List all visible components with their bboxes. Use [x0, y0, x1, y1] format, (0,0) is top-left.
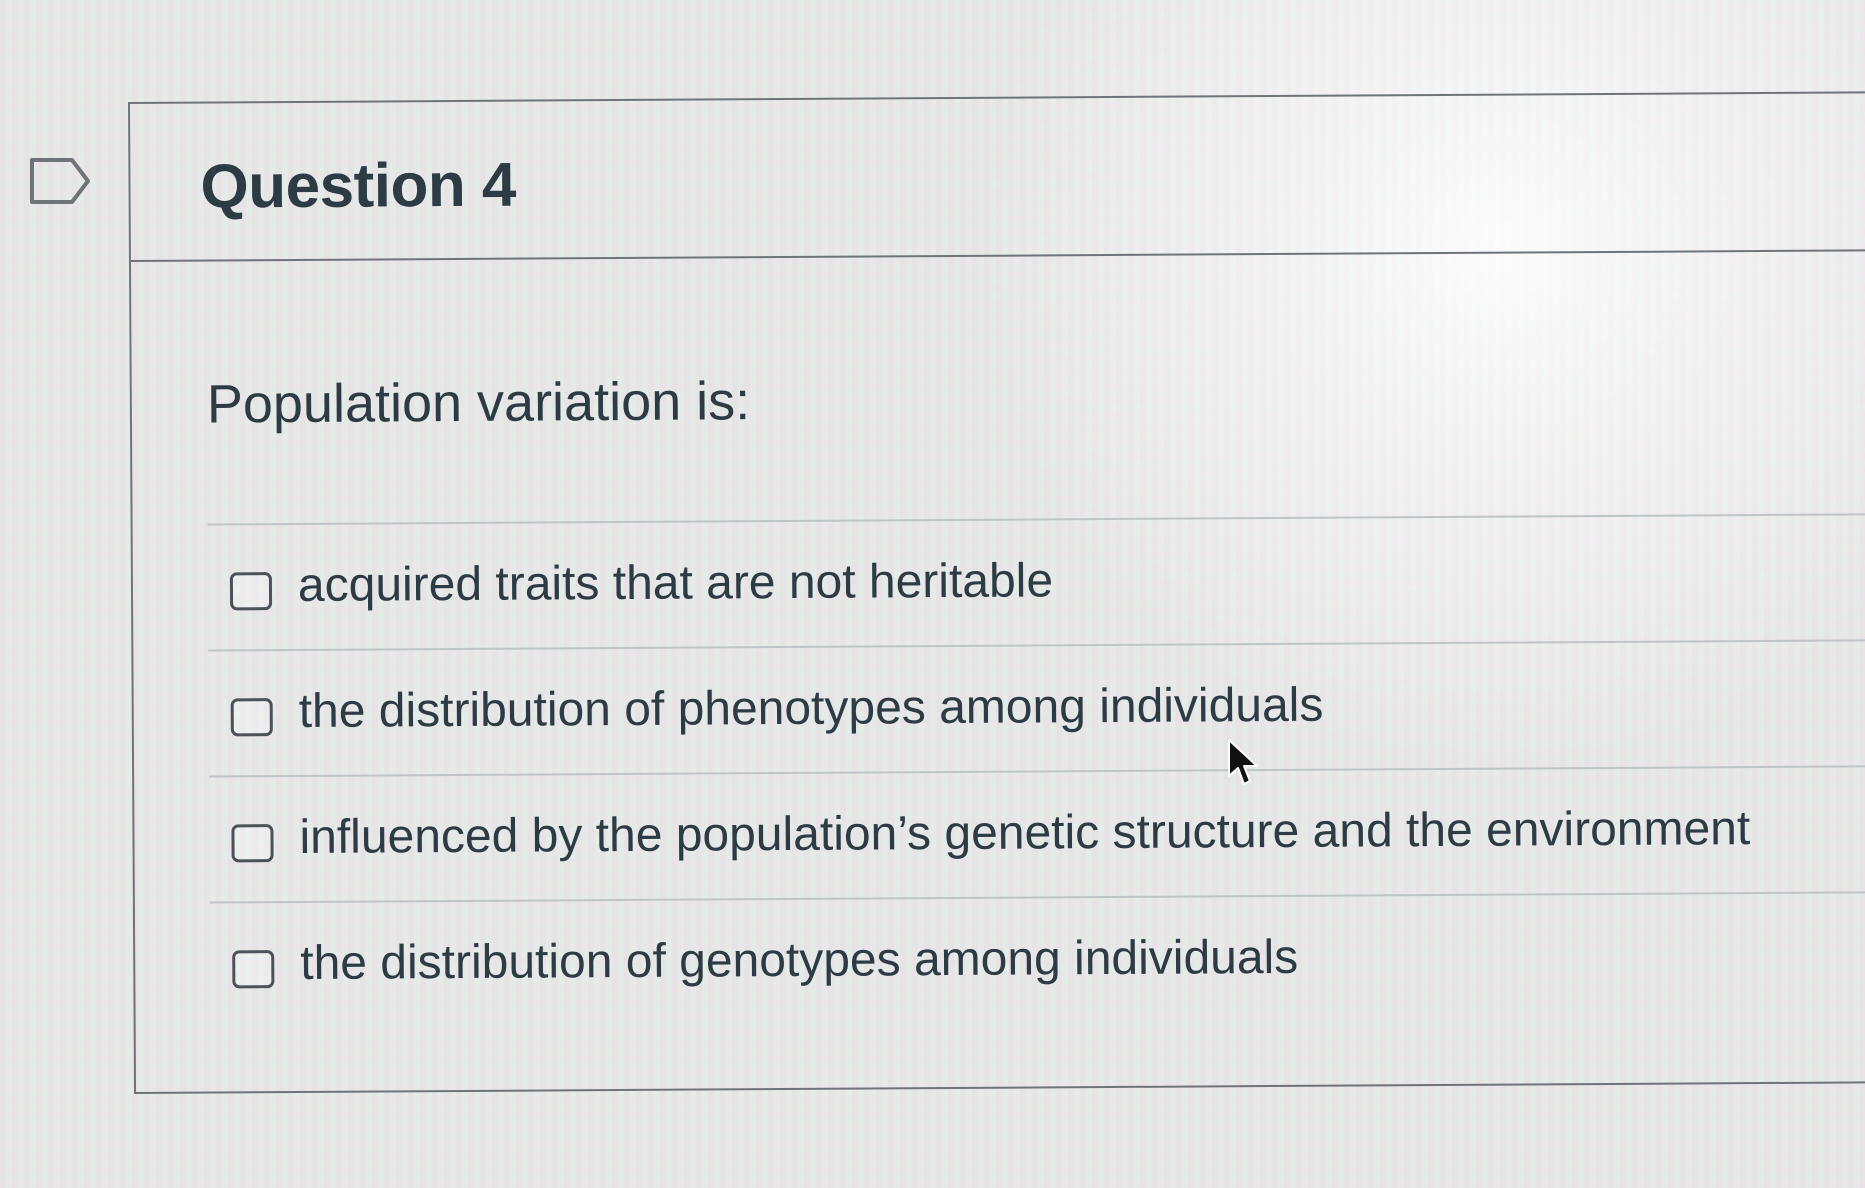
- answer-option[interactable]: the distribution of genotypes among indi…: [209, 891, 1865, 1028]
- answer-list: acquired traits that are not heritable t…: [207, 513, 1865, 1028]
- answer-option[interactable]: acquired traits that are not heritable: [207, 513, 1865, 650]
- answer-label[interactable]: influenced by the population’s genetic s…: [299, 801, 1750, 865]
- answer-checkbox[interactable]: [231, 824, 274, 863]
- answer-option[interactable]: the distribution of phenotypes among ind…: [208, 639, 1865, 776]
- flag-question-icon[interactable]: [28, 156, 92, 206]
- question-title: Question 4: [200, 150, 517, 222]
- answer-label[interactable]: the distribution of genotypes among indi…: [300, 930, 1298, 991]
- answer-label[interactable]: acquired traits that are not heritable: [298, 553, 1053, 613]
- answer-option[interactable]: influenced by the population’s genetic s…: [209, 765, 1865, 902]
- answer-checkbox[interactable]: [232, 950, 275, 989]
- question-prompt: Population variation is:: [206, 371, 751, 435]
- question-header: Question 4: [130, 93, 1865, 262]
- mouse-pointer-icon: [1228, 739, 1258, 785]
- screen: Question 4 Population variation is: acqu…: [0, 0, 1865, 1188]
- answer-label[interactable]: the distribution of phenotypes among ind…: [299, 678, 1324, 739]
- answer-checkbox[interactable]: [229, 572, 273, 611]
- question-card: Question 4 Population variation is: acqu…: [128, 91, 1865, 1094]
- answer-checkbox[interactable]: [230, 698, 273, 737]
